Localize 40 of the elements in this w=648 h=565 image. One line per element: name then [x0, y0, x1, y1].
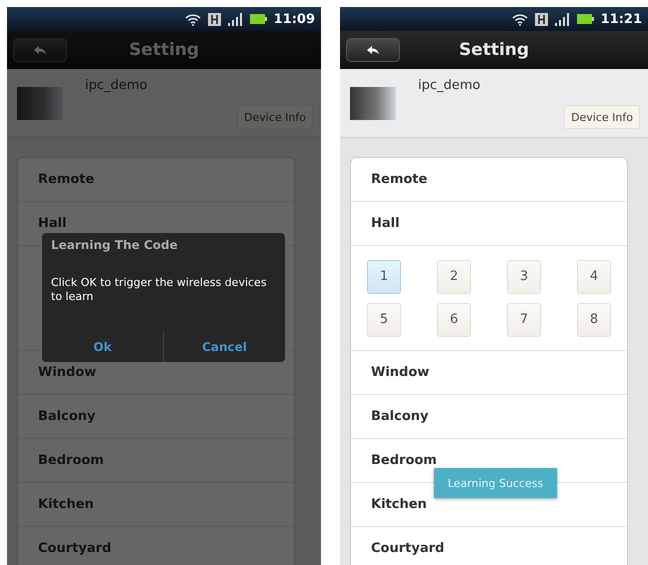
battery-icon	[250, 14, 267, 24]
dialog-button[interactable]: Cancel	[163, 332, 285, 362]
room-item[interactable]: Hall	[371, 216, 400, 231]
photo-placeholder	[17, 87, 63, 120]
channel-key[interactable]: 7	[507, 302, 541, 336]
signal-icon	[554, 12, 570, 26]
channel-key[interactable]: 3	[507, 260, 541, 294]
channel-key[interactable]: 5	[367, 302, 401, 336]
back-arrow-icon	[367, 46, 379, 54]
channel-key[interactable]: 4	[577, 260, 611, 294]
screen-title: Setting	[458, 40, 530, 60]
room-item[interactable]: Courtyard	[371, 541, 444, 556]
back-button[interactable]	[346, 38, 400, 62]
screen-title: Setting	[128, 40, 200, 60]
toast-message: Learning Success	[434, 468, 557, 498]
back-arrow-icon	[34, 46, 46, 54]
dialog-message: Click OK to trigger the wireless devices to learn	[51, 276, 268, 304]
device-name: ipc_demo	[85, 78, 148, 94]
channel-key[interactable]: 1	[367, 260, 401, 294]
channel-key[interactable]: 8	[577, 302, 611, 336]
channel-key[interactable]: 6	[437, 302, 471, 336]
h-letter-icon	[210, 14, 218, 24]
device-info-button[interactable]: Device Info	[564, 105, 640, 129]
photo-placeholder	[350, 87, 396, 120]
status-time: 11:09	[274, 12, 315, 26]
wifi-icon	[184, 12, 201, 26]
dialog-title: Learning The Code	[50, 237, 179, 252]
status-time: 11:21	[600, 12, 642, 26]
wifi-icon	[512, 12, 528, 26]
room-item[interactable]: Window	[371, 365, 430, 380]
room-item[interactable]: Balcony	[371, 409, 429, 424]
dialog-button[interactable]: Ok	[42, 332, 163, 362]
room-item[interactable]: Bedroom	[371, 453, 437, 468]
device-name: ipc_demo	[418, 78, 480, 94]
battery-icon	[576, 14, 594, 24]
channel-key[interactable]: 2	[437, 260, 471, 294]
room-item[interactable]: Remote	[371, 172, 428, 187]
signal-icon	[228, 12, 243, 26]
room-item[interactable]: Kitchen	[371, 497, 427, 512]
h-letter-icon	[538, 14, 545, 24]
